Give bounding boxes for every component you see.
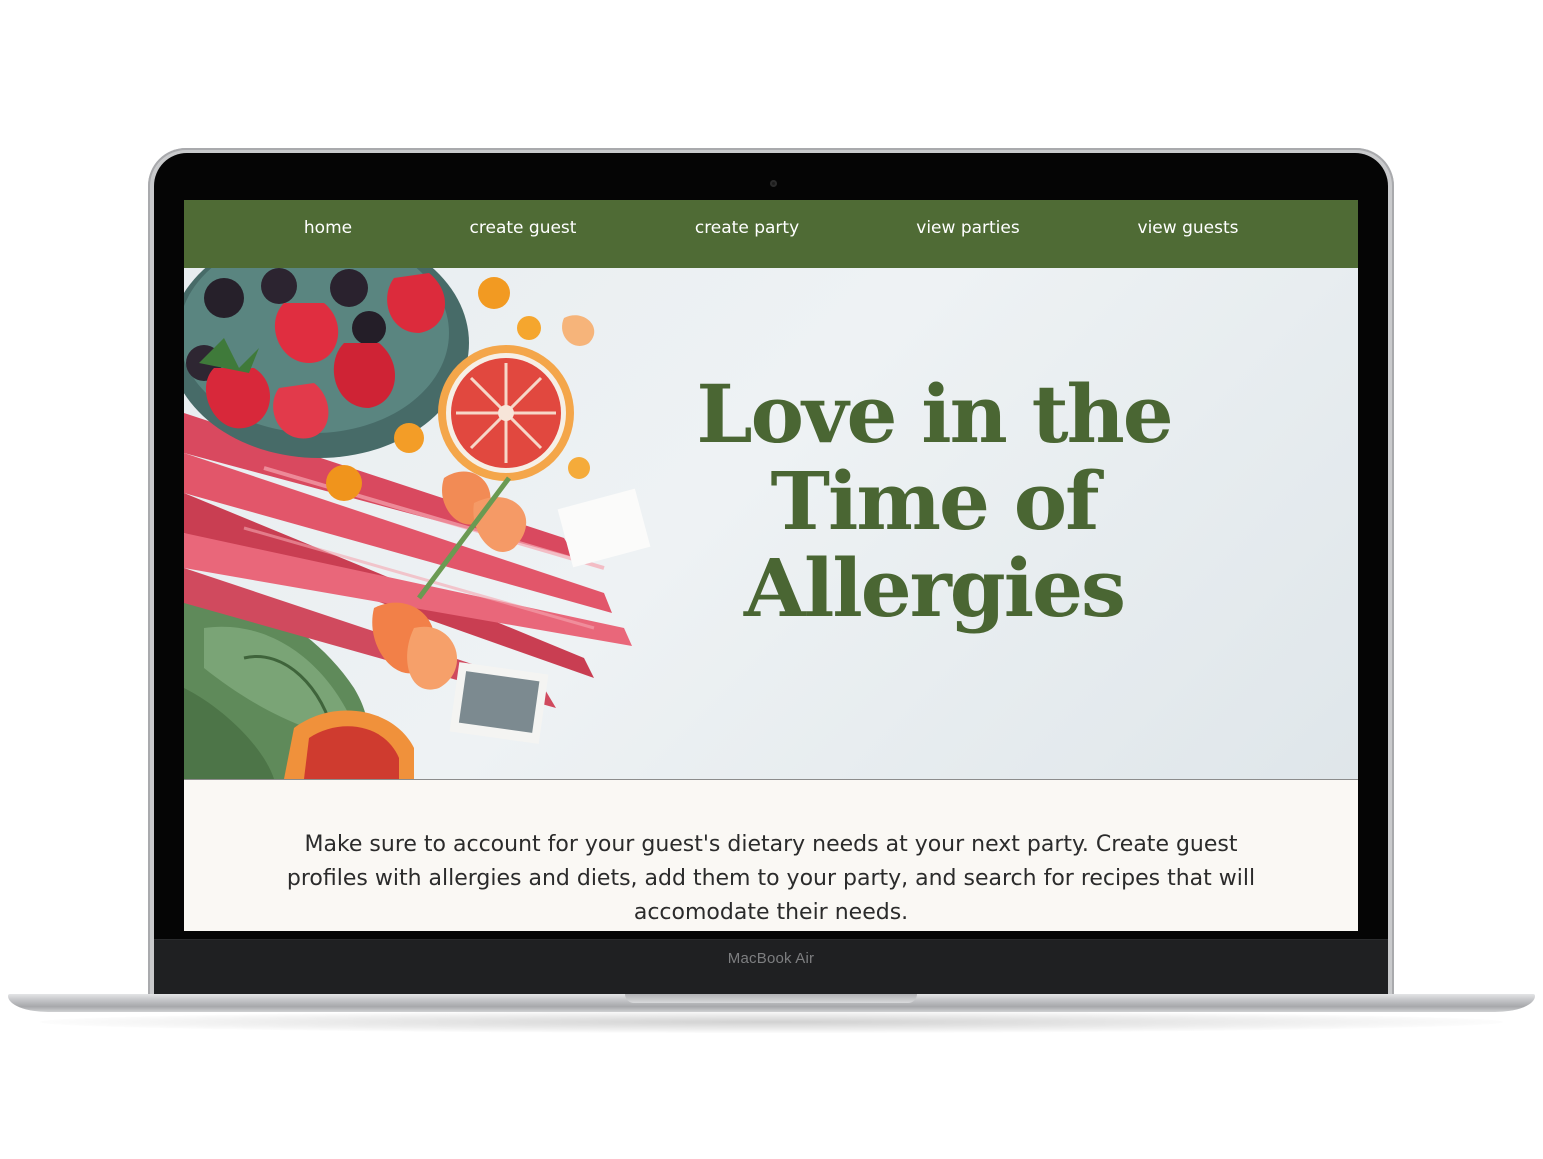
- hero-title-line-1: Love in the: [696, 367, 1173, 461]
- nav-create-party[interactable]: create party: [678, 218, 816, 242]
- fruit-flatlay-image: [184, 268, 651, 779]
- website-screen: home create guest create party view part…: [184, 200, 1358, 931]
- laptop-shadow: [40, 1011, 1503, 1033]
- navbar: home create guest create party view part…: [184, 200, 1358, 268]
- nav-home[interactable]: home: [281, 218, 375, 242]
- device-label: MacBook Air: [727, 950, 815, 967]
- base-notch: [625, 994, 917, 1003]
- hero-title-line-2: Time of: [770, 454, 1099, 548]
- camera-icon: [770, 180, 777, 187]
- hero-banner: Love in the Time of Allergies: [184, 268, 1358, 780]
- intro-paragraph: Make sure to account for your guest's di…: [286, 832, 1256, 925]
- nav-view-parties[interactable]: view parties: [900, 218, 1036, 242]
- laptop-mockup: MacBook Air home create guest create par…: [0, 0, 1543, 1159]
- hero-title: Love in the Time of Allergies: [654, 371, 1214, 632]
- laptop-base: [8, 994, 1535, 1012]
- nav-view-guests[interactable]: view guests: [1120, 218, 1256, 242]
- hero-title-line-3: Allergies: [743, 541, 1126, 635]
- nav-create-guest[interactable]: create guest: [454, 218, 592, 242]
- laptop-chin: MacBook Air: [154, 939, 1388, 1000]
